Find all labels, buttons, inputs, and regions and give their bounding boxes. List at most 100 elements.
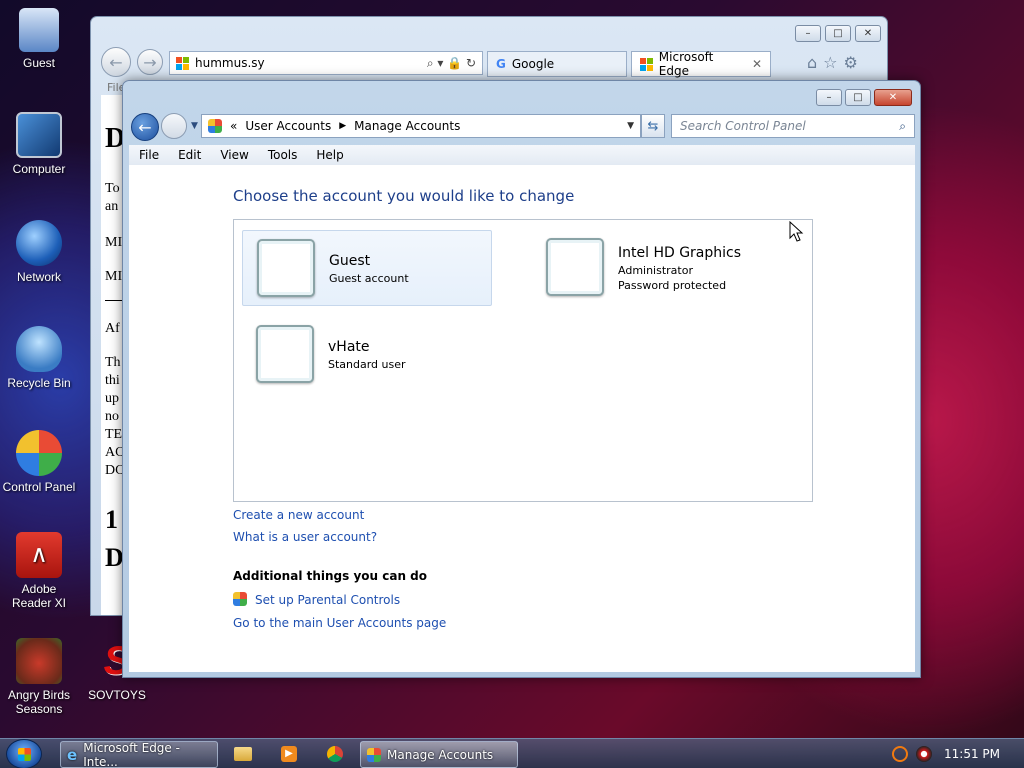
browser-tab-label: Microsoft Edge [658, 50, 714, 78]
mouse-cursor-icon [789, 221, 804, 242]
browser-forward-button[interactable]: → [137, 49, 163, 75]
manage-accounts-window[interactable]: – □ ✕ ← ▼ « User Accounts ▶ Manage Accou… [122, 80, 921, 678]
main-user-accounts-link[interactable]: Go to the main User Accounts page [233, 616, 446, 630]
window-caption-buttons: – □ ✕ [816, 89, 912, 106]
desktop-icon-label: Angry Birds Seasons [7, 688, 71, 716]
breadcrumb-manage-accounts[interactable]: Manage Accounts [354, 119, 460, 133]
menu-bar: File Edit View Tools Help [129, 145, 915, 165]
search-control-panel-input[interactable]: Search Control Panel ⌕ [671, 114, 915, 138]
taskbar-button-label: Microsoft Edge - Inte... [83, 740, 180, 768]
doc-text: TE [105, 427, 123, 442]
account-picture [546, 238, 604, 296]
refresh-button[interactable]: ⇆ [641, 114, 665, 138]
chrome-icon[interactable] [327, 746, 343, 762]
taskbar-button-browser[interactable]: e Microsoft Edge - Inte... [60, 741, 218, 768]
google-icon: G [496, 57, 506, 71]
search-placeholder: Search Control Panel [680, 119, 806, 133]
recycle-bin-icon [16, 326, 62, 372]
user-folder-icon [19, 8, 59, 52]
browser-tab-label: Google [511, 57, 555, 71]
menu-view[interactable]: View [210, 148, 257, 162]
account-picture [257, 239, 315, 297]
search-icon[interactable]: ⌕ [899, 119, 906, 134]
desktop-icon-recycle-bin[interactable]: Recycle Bin [0, 326, 80, 390]
breadcrumb-separator-icon: ▶ [339, 121, 347, 131]
account-name: Guest [329, 253, 371, 269]
address-dropdown-icon[interactable]: ▼ [627, 121, 634, 131]
doc-text: Th [105, 355, 121, 370]
doc-text: MI [105, 235, 123, 250]
account-type: Guest account [329, 272, 409, 285]
desktop-icon-angry-birds[interactable]: Angry Birds Seasons [0, 638, 80, 716]
forward-button[interactable] [161, 113, 187, 139]
page-title: Choose the account you would like to cha… [233, 187, 575, 205]
desktop-icon-guest[interactable]: Guest [0, 8, 80, 70]
doc-text: Af [105, 321, 120, 336]
taskbar: e Microsoft Edge - Inte... ▶ Manage Acco… [0, 738, 1024, 768]
internet-explorer-icon: e [67, 745, 78, 764]
account-tile-guest[interactable]: Guest Guest account [242, 230, 492, 306]
account-tile-vhate[interactable]: vHate Standard user [242, 317, 492, 393]
desktop-icon-label: Guest [22, 56, 55, 70]
account-name: Intel HD Graphics [618, 245, 742, 261]
close-button[interactable]: ✕ [855, 25, 881, 42]
breadcrumb-address-bar[interactable]: « User Accounts ▶ Manage Accounts ▼ [201, 114, 641, 138]
taskbar-button-label: Manage Accounts [387, 747, 494, 762]
recent-pages-dropdown[interactable]: ▼ [191, 121, 198, 131]
browser-back-button[interactable]: ← [101, 47, 131, 77]
settings-gear-icon[interactable]: ⚙ [844, 53, 864, 72]
browser-address-text: hummus.sy [195, 56, 265, 70]
start-button[interactable] [6, 739, 42, 768]
media-player-icon[interactable]: ▶ [281, 746, 297, 762]
control-panel-icon [367, 747, 381, 762]
browser-tab-google[interactable]: G Google [487, 51, 627, 77]
desktop-icon-label: SOVTOYS [88, 688, 146, 702]
taskbar-button-manage-accounts[interactable]: Manage Accounts [360, 741, 518, 768]
account-name: vHate [328, 339, 370, 355]
desktop-icon-label: Adobe Reader XI [11, 582, 67, 610]
system-clock[interactable]: 11:51 PM [944, 747, 1000, 761]
home-icon[interactable]: ⌂ [807, 53, 823, 72]
create-new-account-link[interactable]: Create a new account [233, 508, 364, 522]
desktop-icon-adobe-reader[interactable]: ∧ Adobe Reader XI [0, 532, 80, 610]
network-globe-icon [16, 220, 62, 266]
parental-controls-link[interactable]: Set up Parental Controls [255, 593, 400, 607]
desktop-icon-label: Computer [12, 162, 66, 176]
favorites-star-icon[interactable]: ☆ [823, 53, 843, 72]
what-is-user-account-link[interactable]: What is a user account? [233, 530, 377, 544]
tray-app-icon[interactable] [916, 746, 932, 762]
angry-birds-icon [16, 638, 62, 684]
breadcrumb-prefix[interactable]: « [230, 119, 237, 133]
account-tile-intel-hd-graphics[interactable]: Intel HD Graphics Administrator Password… [532, 230, 782, 306]
site-favicon [176, 56, 189, 70]
desktop-icon-network[interactable]: Network [0, 220, 80, 284]
menu-tools[interactable]: Tools [258, 148, 307, 162]
minimize-button[interactable]: – [816, 89, 842, 106]
desktop-icon-computer[interactable]: Computer [0, 112, 80, 176]
account-type: Administrator [618, 264, 693, 277]
computer-icon [16, 112, 62, 158]
menu-edit[interactable]: Edit [168, 148, 210, 162]
tray-search-icon[interactable] [892, 746, 908, 762]
navigation-buttons: ← ▼ [131, 111, 211, 141]
doc-text: no [105, 409, 119, 424]
minimize-button[interactable]: – [795, 25, 821, 42]
doc-text: To [105, 181, 120, 196]
browser-tab-edge[interactable]: Microsoft Edge ✕ [631, 50, 771, 78]
close-button[interactable]: ✕ [874, 89, 912, 106]
maximize-button[interactable]: □ [845, 89, 871, 106]
doc-heading: 1 [105, 505, 118, 534]
browser-address-bar[interactable]: hummus.sy ⌕ ▾ 🔒 ↻ [169, 51, 483, 75]
file-explorer-icon[interactable] [234, 747, 252, 761]
menu-file[interactable]: File [129, 148, 168, 162]
control-panel-small-icon [208, 119, 222, 133]
maximize-button[interactable]: □ [825, 25, 851, 42]
desktop-icon-control-panel[interactable]: Control Panel [0, 430, 80, 494]
menu-help[interactable]: Help [306, 148, 352, 162]
doc-text: up [105, 391, 119, 406]
back-button[interactable]: ← [131, 113, 159, 141]
close-tab-icon[interactable]: ✕ [752, 57, 762, 71]
accounts-list: Guest Guest account Intel HD Graphics Ad… [233, 219, 813, 502]
breadcrumb-user-accounts[interactable]: User Accounts [245, 119, 331, 133]
account-picture [256, 325, 314, 383]
